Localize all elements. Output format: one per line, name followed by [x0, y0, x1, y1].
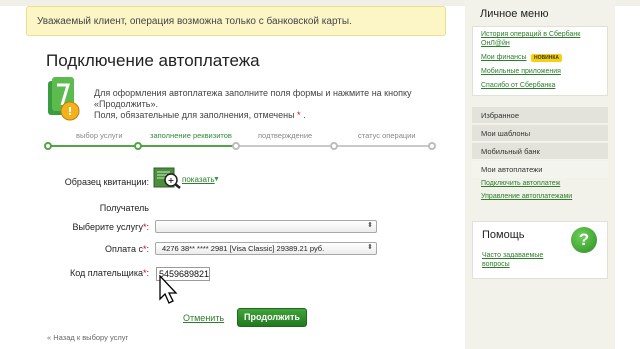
service-select[interactable]: ⬍: [155, 220, 377, 233]
mobile-apps-link[interactable]: Мобильные приложения: [481, 68, 561, 75]
cancel-link[interactable]: Отменить: [183, 313, 224, 323]
step-fill-details: заполнение реквизитов: [150, 131, 232, 140]
intro-line-1: Для оформления автоплатежа заполните пол…: [94, 88, 412, 98]
progress-steps: выбор услуги заполнение реквизитов подтв…: [44, 131, 436, 155]
mouse-cursor-icon: [159, 275, 178, 304]
show-receipt-link[interactable]: показать: [182, 175, 215, 184]
intro-line-2: «Продолжить».: [94, 99, 158, 109]
help-question-icon[interactable]: ?: [571, 227, 597, 253]
step-dot-start: [44, 142, 52, 150]
select-arrows-icon: ⬍: [367, 244, 373, 251]
autopay-icon: !: [48, 77, 80, 121]
receipt-sample-label: Образец квитанции:: [64, 177, 149, 187]
step-line-3: [236, 145, 334, 147]
step-operation-status: статус операции: [358, 131, 416, 140]
payer-code-label: Код плательщика*:: [69, 268, 149, 278]
new-badge: НОВИНКА: [531, 54, 562, 62]
step-dot-1: [134, 142, 142, 150]
chevron-down-icon[interactable]: ▼: [213, 176, 220, 183]
faq-link[interactable]: Часто задаваемые вопросы: [482, 251, 562, 269]
select-arrows-icon: ⬍: [367, 222, 373, 229]
receipt-sample-icon[interactable]: +: [153, 167, 181, 189]
operations-history-link-line2[interactable]: ОнЛ@йн: [481, 40, 510, 47]
required-asterisk: *: [297, 110, 301, 120]
payment-source-select[interactable]: 4276 38** **** 2981 [Visa Classic] 29389…: [155, 242, 377, 255]
back-to-services-link[interactable]: « Назад к выбору услуг: [47, 333, 128, 342]
manage-autopay-link[interactable]: Управление автоплатежами: [481, 193, 572, 200]
nav-item-my-autopayments[interactable]: Мои автоплатежи: [472, 161, 608, 178]
operations-history-link[interactable]: История операций в Сбербанк: [481, 31, 580, 38]
intro-line-3: Поля, обязательные для заполнения, отмеч…: [94, 110, 306, 120]
intro-required-note: Поля, обязательные для заполнения, отмеч…: [94, 110, 295, 120]
step-dot-2: [232, 142, 240, 150]
thanks-from-sberbank-link[interactable]: Спасибо от Сбербанка: [481, 82, 555, 89]
step-line-4: [334, 145, 432, 147]
svg-text:+: +: [168, 176, 175, 185]
step-dot-3: [330, 142, 338, 150]
connect-autopay-link[interactable]: Подключить автоплатеж: [481, 180, 560, 187]
personal-menu-title: Личное меню: [480, 8, 549, 20]
intro-text: Для оформления автоплатежа заполните пол…: [94, 88, 434, 121]
my-finances-link[interactable]: Мои финансы: [481, 54, 526, 61]
nav-item-my-templates[interactable]: Мои шаблоны: [472, 125, 608, 142]
continue-button[interactable]: Продолжить: [237, 308, 307, 327]
page-title: Подключение автоплатежа: [46, 51, 260, 70]
nav-item-favorites[interactable]: Избранное: [472, 107, 608, 124]
service-label: Выберите услугу*:: [72, 222, 149, 232]
alert-message: Уважаемый клиент, операция возможна толь…: [26, 6, 446, 36]
payment-source-label: Оплата с*:: [105, 244, 149, 254]
step-dot-end: [428, 142, 436, 150]
step-line-2: [138, 145, 236, 147]
step-confirmation: подтверждение: [258, 131, 313, 140]
payment-source-value: 4276 38** **** 2981 [Visa Classic] 29389…: [162, 244, 325, 253]
help-title: Помощь: [482, 229, 525, 241]
step-line-1: [48, 145, 138, 147]
nav-item-mobile-bank[interactable]: Мобильный банк: [472, 143, 608, 160]
svg-text:!: !: [67, 105, 72, 118]
recipient-label: Получатель: [99, 203, 149, 213]
step-select-service: выбор услуги: [76, 131, 123, 140]
